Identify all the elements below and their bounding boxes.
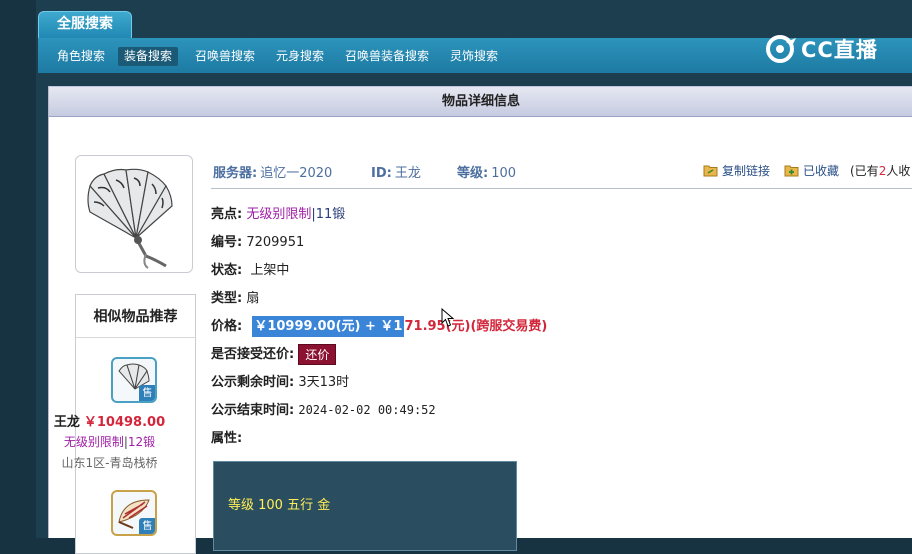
copy-link-label: 复制链接: [722, 164, 771, 178]
tab-global-search[interactable]: 全服搜索: [38, 11, 132, 39]
server-value: 追忆一2020: [260, 166, 333, 181]
similar-item-1-forge: 12锻: [127, 435, 156, 449]
price-rest-text: 71.95(元)(跨服交易费): [404, 319, 548, 334]
serial-label: 编号:: [211, 235, 243, 250]
id-info: ID: 王龙: [371, 162, 421, 181]
status-value: 上架中: [250, 263, 290, 278]
id-label: ID:: [371, 166, 392, 181]
server-label: 服务器:: [213, 166, 258, 181]
cc-live-logo: CC直播: [764, 33, 878, 65]
id-value: 王龙: [394, 166, 421, 181]
similar-item-1-name: 王龙: [53, 415, 80, 430]
similar-item-1-title[interactable]: 王龙 ￥10498.00: [49, 411, 170, 430]
fav-count-prefix: (已有: [850, 164, 879, 178]
status-label: 状态:: [211, 263, 243, 278]
price-selected-text[interactable]: ￥10999.00(元) + ￥1: [252, 316, 405, 337]
serial-value: 7209951: [246, 235, 305, 250]
favorite-label: 已收藏: [803, 164, 840, 178]
nav-role-search[interactable]: 角色搜索: [51, 47, 111, 66]
sale-badge: 售: [139, 385, 155, 401]
price-label: 价格:: [211, 319, 243, 334]
attributes-label: 属性:: [211, 431, 243, 446]
end-time-value: 2024-02-02 00:49:52: [298, 403, 436, 417]
counter-offer-button[interactable]: 还价: [298, 344, 337, 365]
nav-pet-equipment-search[interactable]: 召唤兽装备搜索: [339, 47, 435, 66]
info-divider: [211, 188, 912, 189]
type-row: 类型: 扇: [211, 287, 259, 306]
folder-link-icon: [703, 165, 718, 177]
sale-badge: 售: [139, 518, 155, 534]
favorite-button[interactable]: 已收藏: [784, 162, 839, 179]
status-row: 状态: 上架中: [211, 259, 289, 278]
nav-pet-search[interactable]: 召唤兽搜索: [189, 47, 261, 66]
counter-offer-label: 是否接受还价:: [211, 347, 295, 362]
similar-item-1-tag: 无级别限制: [63, 435, 124, 449]
favorite-count: (已有2人收: [850, 162, 910, 179]
highlight-forge: 11锻: [315, 207, 346, 222]
mouse-cursor-icon: [441, 307, 455, 332]
similar-item-1-icon[interactable]: 售: [111, 357, 157, 403]
end-time-label: 公示结束时间:: [211, 403, 295, 418]
similar-item-2-icon[interactable]: 售: [111, 490, 157, 536]
highlight-tag: 无级别限制: [246, 207, 312, 222]
remaining-time-row: 公示剩余时间: 3天13时: [211, 371, 349, 390]
logo-text: CC直播: [801, 38, 878, 62]
nav-avatar-search[interactable]: 元身搜索: [270, 47, 330, 66]
similar-items-title: 相似物品推荐: [76, 295, 195, 338]
copy-link-button[interactable]: 复制链接: [703, 162, 770, 179]
server-info: 服务器: 追忆一2020: [213, 162, 332, 181]
similar-item-1-price: ￥10498.00: [83, 415, 166, 430]
item-detail-panel: 物品详细信息 相似物品推荐 售 王龙 ￥10498.00 无级别限制|12锻 山…: [48, 86, 912, 554]
attributes-text: 等级 100 五行 金: [228, 498, 331, 513]
fav-count-suffix: 人收: [886, 164, 911, 178]
level-info: 等级: 100: [457, 162, 516, 181]
panel-title: 物品详细信息: [49, 86, 912, 117]
type-label: 类型:: [211, 291, 243, 306]
type-value: 扇: [246, 291, 260, 306]
folder-add-icon: [784, 165, 799, 177]
item-image: [75, 155, 193, 273]
level-label: 等级:: [457, 166, 489, 181]
remaining-time-label: 公示剩余时间:: [211, 375, 295, 390]
cc-logo-icon: [766, 35, 796, 63]
counter-offer-row: 是否接受还价: 还价: [211, 343, 337, 365]
level-value: 100: [491, 166, 517, 181]
attributes-row: 属性:: [211, 427, 242, 446]
similar-item-1-server: 山东1区-青岛栈桥: [61, 456, 158, 470]
nav-equipment-search[interactable]: 装备搜索: [118, 47, 179, 66]
serial-row: 编号: 7209951: [211, 231, 304, 250]
remaining-time-value: 3天13时: [298, 375, 350, 390]
similar-item-1-tags: 无级别限制|12锻: [49, 433, 170, 450]
price-row: 价格: ￥10999.00(元) + ￥1 71.95(元)(跨服交易费): [211, 315, 548, 337]
nav-ornament-search[interactable]: 灵饰搜索: [444, 47, 504, 66]
highlight-row: 亮点: 无级别限制|11锻: [211, 203, 345, 222]
end-time-row: 公示结束时间: 2024-02-02 00:49:52: [211, 399, 436, 418]
highlight-label: 亮点:: [211, 207, 243, 222]
fan-item-icon: [87, 168, 173, 269]
